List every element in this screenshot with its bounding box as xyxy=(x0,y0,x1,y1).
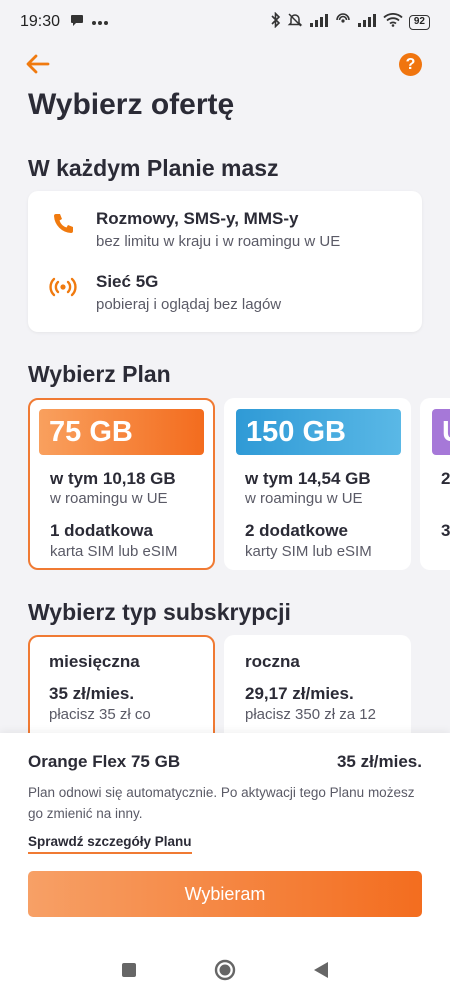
bluetooth-icon xyxy=(271,11,281,33)
recents-button[interactable] xyxy=(117,960,141,984)
plan-card-75gb[interactable]: 75 GB w tym 10,18 GB w roamingu w UE 1 d… xyxy=(28,398,215,570)
plan-sim: 2 dodatkowe xyxy=(245,521,348,540)
wifi-icon xyxy=(383,12,403,32)
triangle-back-icon xyxy=(313,961,329,984)
summary-plan-name: Orange Flex 75 GB xyxy=(28,752,181,771)
back-nav-button[interactable] xyxy=(309,960,333,984)
arrow-left-icon xyxy=(26,54,50,79)
subscription-price: 29,17 zł/mies. xyxy=(245,684,354,703)
plan-badge: U xyxy=(432,409,450,455)
signal-icon xyxy=(309,13,329,32)
battery-indicator: 92 xyxy=(408,14,430,30)
plan-card-unlimited[interactable]: U 2 3 xyxy=(420,398,450,570)
feature-5g: Sieć 5G pobieraj i oglądaj bez lagów xyxy=(48,272,281,313)
summary-price: 35 zł/mies. xyxy=(336,752,422,771)
subscription-section-title: Wybierz typ subskrypcji xyxy=(28,599,291,625)
plan-sim-note: karta SIM lub eSIM xyxy=(50,543,178,560)
summary-description: Plan odnowi się automatycznie. Po aktywa… xyxy=(28,785,415,821)
plan-roaming: 2 xyxy=(441,469,450,488)
plan-badge: 150 GB xyxy=(236,409,401,455)
feature-subtitle: pobieraj i oglądaj bez lagów xyxy=(96,296,282,313)
subscription-note: płacisz 350 zł za 12 xyxy=(245,706,376,723)
plan-roaming: w tym 10,18 GB xyxy=(50,469,176,488)
signal-5g-icon xyxy=(48,272,78,302)
status-time: 19:30 xyxy=(20,13,61,30)
included-section-title: W każdym Planie masz xyxy=(28,155,279,181)
phone-icon xyxy=(48,209,78,239)
square-icon xyxy=(121,962,137,983)
status-bar: 19:30 92 xyxy=(0,0,450,44)
subscription-yearly[interactable]: roczna 29,17 zł/mies. płacisz 350 zł za … xyxy=(224,635,411,735)
home-button[interactable] xyxy=(213,959,237,986)
plan-roaming-note: w roamingu w UE xyxy=(245,490,363,507)
plan-details-link[interactable]: Sprawdź szczegóły Planu xyxy=(28,834,192,854)
signal-icon-2 xyxy=(357,13,377,32)
help-button[interactable]: ? xyxy=(399,53,422,76)
hotspot-icon xyxy=(335,12,351,33)
back-button[interactable] xyxy=(22,50,54,82)
plans-carousel[interactable]: 75 GB w tym 10,18 GB w roamingu w UE 1 d… xyxy=(28,398,450,572)
plan-badge: 75 GB xyxy=(39,409,204,455)
chat-bubble-icon xyxy=(70,13,84,32)
top-bar: ? xyxy=(0,48,450,84)
subscription-monthly[interactable]: miesięczna 35 zł/mies. płacisz 35 zł co xyxy=(28,635,215,735)
plan-roaming-note: w roamingu w UE xyxy=(50,490,168,507)
plan-sim: 3 xyxy=(441,521,450,540)
subscription-options: miesięczna 35 zł/mies. płacisz 35 zł co … xyxy=(28,635,450,735)
subscription-note: płacisz 35 zł co xyxy=(49,706,151,723)
select-plan-button[interactable]: Wybieram xyxy=(28,871,422,917)
feature-calls: Rozmowy, SMS-y, MMS-y bez limitu w kraju… xyxy=(48,209,340,250)
page-title: Wybierz ofertę xyxy=(28,88,235,121)
subscription-name: roczna xyxy=(245,652,300,671)
circle-icon xyxy=(214,959,236,986)
plans-section-title: Wybierz Plan xyxy=(28,361,171,387)
plan-sim: 1 dodatkowa xyxy=(50,521,153,540)
more-dots-icon xyxy=(92,13,109,31)
plan-roaming: w tym 14,54 GB xyxy=(245,469,371,488)
subscription-price: 35 zł/mies. xyxy=(49,684,135,703)
system-nav-bar xyxy=(0,948,450,996)
feature-title: Rozmowy, SMS-y, MMS-y xyxy=(96,209,299,228)
subscription-name: miesięczna xyxy=(49,652,140,671)
bell-muted-icon xyxy=(287,12,303,33)
plan-sim-note: karty SIM lub eSIM xyxy=(245,543,372,560)
feature-subtitle: bez limitu w kraju i w roamingu w UE xyxy=(96,233,341,250)
plan-card-150gb[interactable]: 150 GB w tym 14,54 GB w roamingu w UE 2 … xyxy=(224,398,411,570)
feature-title: Sieć 5G xyxy=(96,272,159,291)
included-features-card: Rozmowy, SMS-y, MMS-y bez limitu w kraju… xyxy=(28,191,422,332)
